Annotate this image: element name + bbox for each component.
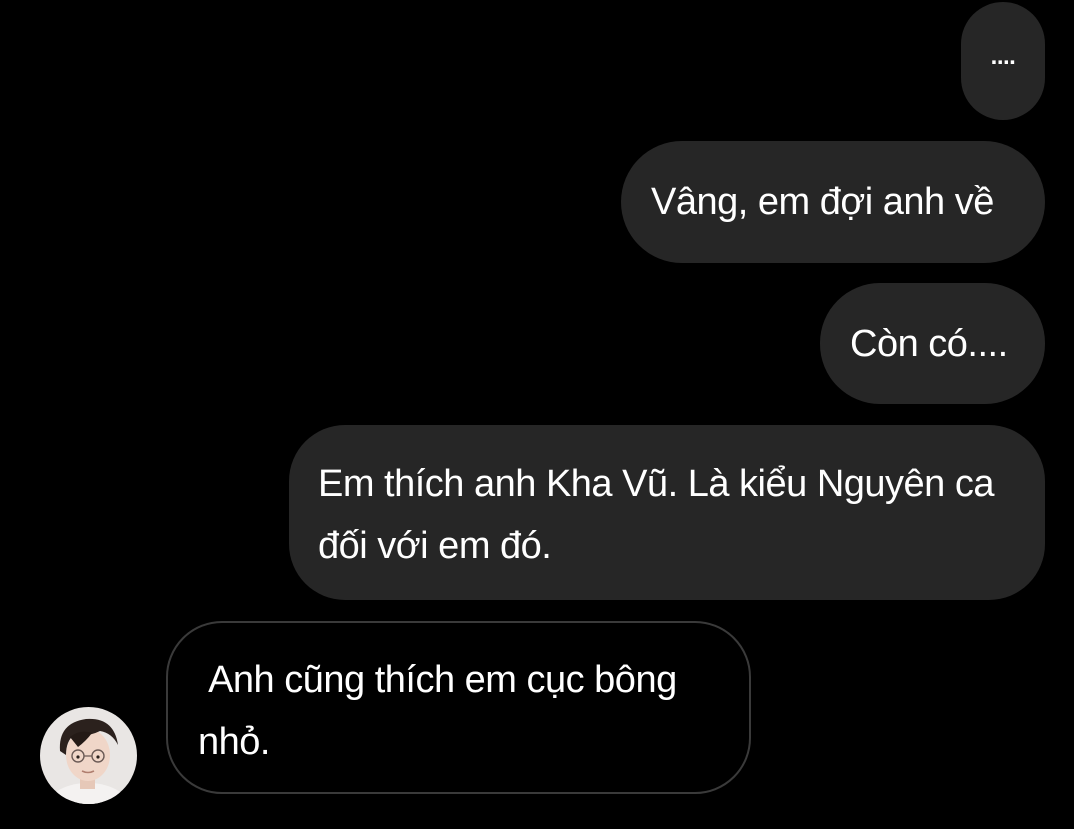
sent-message-bubble[interactable]: Em thích anh Kha Vũ. Là kiểu Nguyên ca đ… [289,425,1045,600]
received-message-bubble[interactable]: Anh cũng thích em cục bông nhỏ. [166,621,751,794]
contact-avatar[interactable] [40,707,137,804]
sent-message-bubble[interactable]: .... [961,2,1045,120]
sent-message-bubble[interactable]: Còn có.... [820,283,1045,404]
sent-message-bubble[interactable]: Vâng, em đợi anh về [621,141,1045,263]
avatar-icon [40,707,137,804]
